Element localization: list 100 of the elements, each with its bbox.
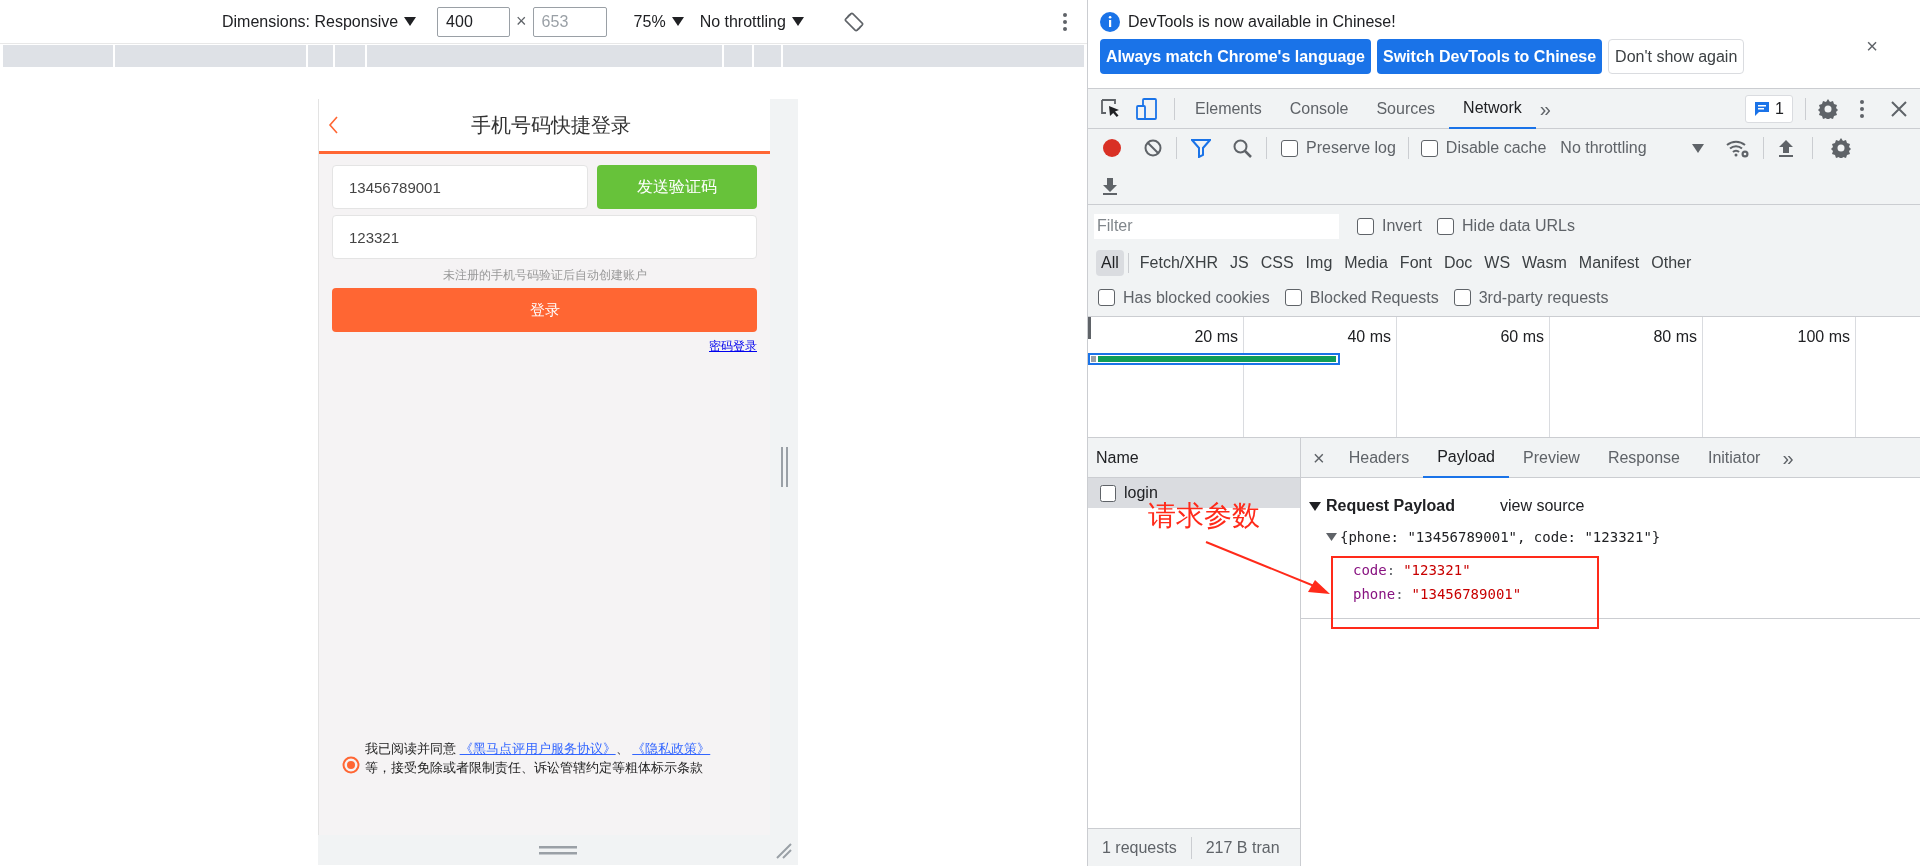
agreement-link[interactable]: 《黑马点评用户服务协议》 [459, 741, 616, 756]
rotate-icon[interactable] [843, 10, 866, 33]
checkbox-label[interactable]: Blocked Requests [1309, 285, 1439, 310]
checkbox-label[interactable]: Preserve log [1306, 136, 1396, 160]
property-key: code [1353, 559, 1387, 581]
colon-separator: : [1395, 584, 1404, 604]
type-filter-tab[interactable]: Media [1339, 250, 1393, 276]
device-toolbar-icon[interactable] [1136, 97, 1158, 120]
agreement-link[interactable]: 《隐私政策》 [632, 741, 711, 756]
checkbox[interactable] [1437, 217, 1454, 235]
type-filter-tab[interactable]: All [1096, 250, 1124, 276]
more-tabs-button[interactable]: » [1539, 93, 1551, 124]
throttling-dropdown[interactable]: No throttling [1560, 136, 1705, 160]
payload-summary: {phone: "13456789001", code: "123321"} [1340, 527, 1661, 547]
throttling-dropdown[interactable]: No throttling [699, 9, 804, 34]
resize-handle-icon[interactable] [539, 845, 577, 855]
status-text: 217 B tran [1204, 837, 1281, 858]
close-button[interactable]: × [1866, 31, 1878, 61]
panel-tab[interactable]: Sources [1362, 88, 1450, 129]
type-filter-tab[interactable]: Wasm [1517, 250, 1572, 276]
collapse-icon[interactable] [1326, 533, 1337, 541]
checkbox-label[interactable]: Has blocked cookies [1123, 285, 1270, 310]
type-filter-tab[interactable]: Img [1300, 250, 1338, 276]
view-source-link[interactable]: view source [1499, 494, 1585, 518]
info-icon [1100, 12, 1120, 32]
checkbox[interactable] [1284, 289, 1302, 306]
height-field[interactable]: 653 [532, 6, 607, 37]
checkbox-label[interactable]: Invert [1382, 214, 1422, 238]
checkbox[interactable] [1453, 289, 1471, 306]
details-tab[interactable]: Initiator [1693, 437, 1775, 478]
banner-button[interactable]: Don't show again [1608, 39, 1745, 74]
width-field[interactable]: 400 [437, 6, 511, 37]
caret-icon [1692, 143, 1705, 153]
filter-icon[interactable] [1191, 138, 1211, 158]
property-value: "123321" [1403, 560, 1471, 580]
details-tab[interactable]: Preview [1509, 437, 1594, 478]
timeline-tick: 40 ms [1347, 327, 1391, 345]
radio-button[interactable] [342, 756, 360, 774]
details-tab[interactable]: Headers [1334, 437, 1424, 478]
zoom-dropdown[interactable]: 75% [633, 9, 684, 34]
caret-icon [791, 17, 804, 26]
checkbox[interactable] [1281, 139, 1298, 157]
close-button[interactable]: × [1313, 442, 1325, 473]
back-icon[interactable] [328, 116, 339, 134]
type-filter-tab[interactable]: Doc [1438, 250, 1478, 276]
password-login-link[interactable]: 密码登录 [709, 337, 757, 355]
type-filter-tab[interactable]: JS [1225, 250, 1254, 276]
more-icon[interactable] [1860, 98, 1864, 119]
settings-icon[interactable] [1818, 98, 1838, 119]
resize-handle-icon[interactable] [780, 447, 788, 487]
checkbox[interactable] [1098, 289, 1115, 306]
document-icon [1100, 484, 1116, 502]
section-title: Request Payload [1326, 496, 1455, 516]
type-filter-tab[interactable]: CSS [1255, 250, 1299, 276]
settings-icon[interactable] [1831, 138, 1852, 158]
clear-icon[interactable] [1144, 139, 1162, 157]
timeline-tick: 80 ms [1653, 327, 1697, 345]
inspect-icon[interactable] [1100, 97, 1122, 120]
phone-field[interactable]: 13456789001 [332, 165, 588, 209]
colon-separator: : [1386, 560, 1396, 580]
banner-message: DevTools is now available in Chinese! [1128, 12, 1396, 32]
caret-icon [671, 17, 684, 26]
type-filter-tab[interactable]: Manifest [1573, 250, 1645, 276]
message-icon [1754, 100, 1771, 117]
checkbox-label[interactable]: Hide data URLs [1462, 214, 1575, 238]
download-icon[interactable] [1102, 176, 1118, 195]
network-conditions-icon[interactable] [1726, 138, 1750, 158]
dimensions-dropdown[interactable]: Dimensions: Responsive [222, 9, 417, 34]
banner-button[interactable]: Switch DevTools to Chinese [1377, 39, 1603, 74]
checkbox-label[interactable]: Disable cache [1445, 136, 1547, 160]
issues-button[interactable]: 1 [1745, 94, 1793, 123]
property-value: "13456789001" [1411, 584, 1522, 604]
hint-text: 未注册的手机号码验证后自动创建账户 [441, 267, 648, 284]
property-key: phone [1353, 583, 1396, 605]
panel-tab[interactable]: Console [1275, 88, 1363, 129]
more-tabs-button[interactable]: » [1782, 442, 1794, 473]
search-icon[interactable] [1233, 138, 1252, 158]
agreement-text: 我已阅读并同意 《黑马点评用户服务协议》、 《隐私政策》 等，接受免除或者限制责任、诉讼管辖约定等粗体标示条款 [365, 740, 712, 777]
request-name: login [1124, 483, 1158, 502]
close-icon[interactable] [1890, 99, 1908, 118]
checkbox-label[interactable]: 3rd-party requests [1478, 285, 1609, 310]
timeline-tick: 20 ms [1194, 327, 1238, 345]
type-filter-tab[interactable]: Other [1646, 250, 1697, 276]
panel-tab[interactable]: Elements [1181, 88, 1276, 129]
type-filter-tab[interactable]: Font [1394, 250, 1437, 276]
record-button[interactable] [1102, 138, 1122, 158]
checkbox[interactable] [1420, 139, 1438, 157]
details-tab[interactable]: Payload [1423, 437, 1509, 478]
type-filter-tab[interactable]: WS [1479, 250, 1516, 276]
type-filter-tab[interactable]: Fetch/XHR [1134, 250, 1224, 276]
status-text: 1 requests [1101, 837, 1178, 858]
upload-icon[interactable] [1778, 139, 1795, 157]
more-icon[interactable] [1063, 11, 1067, 32]
caret-icon [404, 17, 417, 26]
details-tab[interactable]: Response [1593, 437, 1694, 478]
checkbox[interactable] [1357, 217, 1374, 235]
collapse-icon[interactable] [1309, 501, 1321, 511]
banner-button[interactable]: Always match Chrome's language [1100, 39, 1371, 74]
filter-field[interactable]: Filter [1094, 213, 1339, 239]
code-field[interactable]: 123321 [332, 215, 757, 259]
